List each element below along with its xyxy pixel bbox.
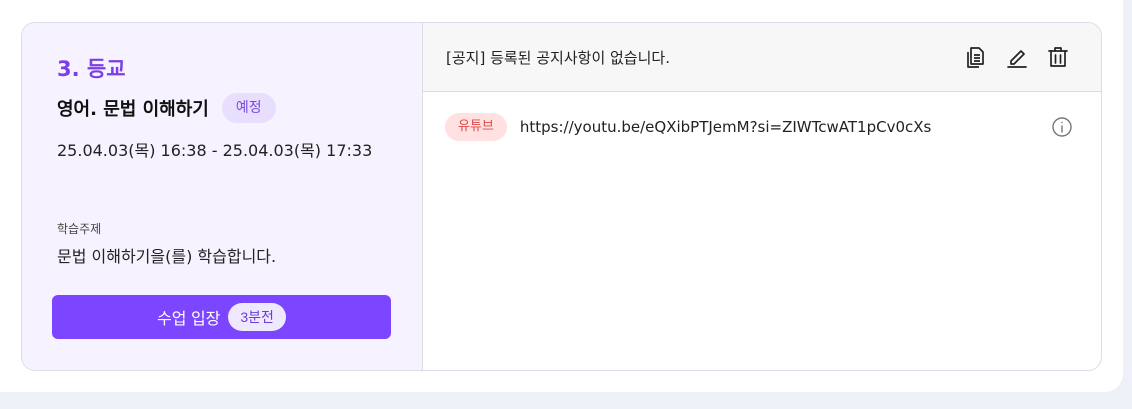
notice-bar: [공지] 등록된 공지사항이 없습니다. [423, 23, 1101, 92]
lesson-detail-panel: [공지] 등록된 공지사항이 없습니다. 유튜브 https://youtu.b… [423, 23, 1101, 370]
topic-label: 학습주제 [57, 222, 102, 236]
countdown-badge: 3분전 [228, 303, 286, 331]
enter-class-label: 수업 입장 [157, 311, 221, 328]
status-badge: 예정 [221, 93, 276, 123]
lesson-card-container: 3. 등교 영어. 문법 이해하기 예정 25.04.03(목) 16:38 -… [0, 0, 1123, 392]
topic-text: 문법 이해하기을(를) 학습합니다. [57, 247, 277, 266]
copy-icon[interactable] [963, 44, 989, 70]
lesson-card: 3. 등교 영어. 문법 이해하기 예정 25.04.03(목) 16:38 -… [21, 22, 1102, 371]
enter-class-button[interactable]: 수업 입장 3분전 [52, 295, 391, 339]
youtube-badge: 유튜브 [445, 113, 507, 141]
info-icon[interactable] [1051, 116, 1073, 138]
notice-text: [공지] 등록된 공지사항이 없습니다. [446, 49, 670, 67]
subject-row: 영어. 문법 이해하기 예정 [57, 93, 276, 123]
link-item: 유튜브 https://youtu.be/eQXibPTJemM?si=ZIWT… [445, 113, 931, 141]
lesson-info-panel: 3. 등교 영어. 문법 이해하기 예정 25.04.03(목) 16:38 -… [22, 23, 423, 370]
edit-icon[interactable] [1004, 44, 1030, 70]
lesson-datetime: 25.04.03(목) 16:38 - 25.04.03(목) 17:33 [57, 141, 373, 160]
period-title: 3. 등교 [57, 57, 126, 81]
subject-title: 영어. 문법 이해하기 [57, 99, 209, 120]
trash-icon[interactable] [1045, 44, 1071, 70]
link-url[interactable]: https://youtu.be/eQXibPTJemM?si=ZIWTcwAT… [520, 118, 931, 136]
